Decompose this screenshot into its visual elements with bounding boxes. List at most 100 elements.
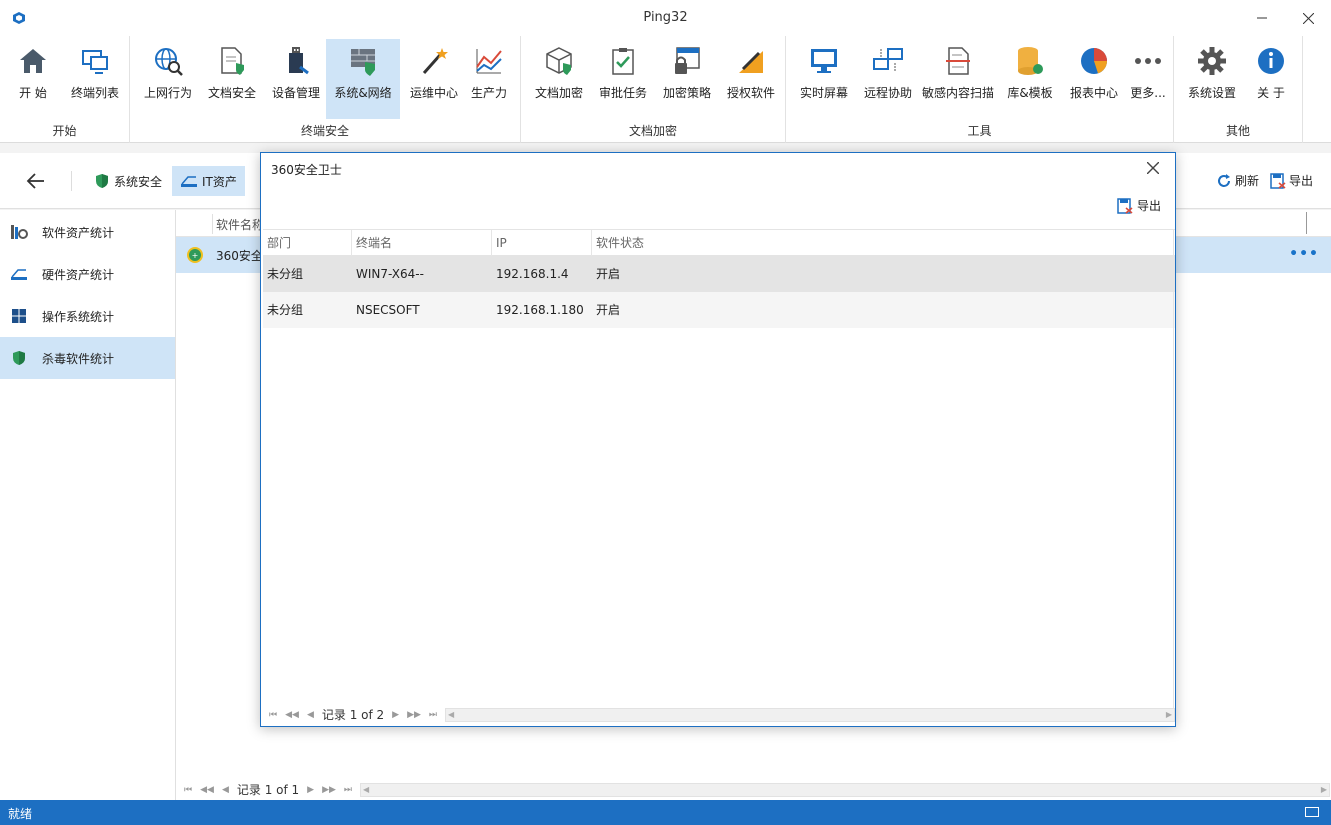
refresh-button[interactable]: 刷新	[1216, 172, 1259, 189]
tab-it-asset[interactable]: IT资产	[172, 166, 245, 196]
next-page-icon[interactable]: ▶	[307, 785, 314, 795]
sidebar-item-hardware-asset[interactable]: 硬件资产统计	[0, 253, 175, 295]
authorized-software-icon	[739, 51, 763, 73]
system-network-button[interactable]: 系统&网络	[326, 39, 400, 119]
tab-system-security[interactable]: 系统安全	[86, 166, 170, 196]
prev-group-icon[interactable]: ◀◀	[200, 785, 214, 795]
scroll-left-icon[interactable]: ◀	[448, 709, 454, 721]
sidebar-item-label: 软件资产统计	[42, 225, 115, 240]
first-page-icon[interactable]: ⏮	[184, 785, 192, 795]
ops-center-icon	[422, 48, 448, 74]
sidebar-item-antivirus-stats[interactable]: 杀毒软件统计	[0, 337, 175, 379]
next-group-icon[interactable]: ▶▶	[407, 710, 421, 720]
approval-task-button[interactable]: 审批任务	[593, 39, 653, 119]
cell-ip: 192.168.1.180	[496, 303, 584, 317]
status-text: 就绪	[8, 807, 33, 821]
approval-task-label: 审批任务	[598, 86, 647, 100]
keyboard-icon	[1305, 807, 1319, 817]
scroll-left-icon[interactable]: ◀	[363, 784, 369, 796]
dialog-grid: 部门 终端名 IP 软件状态 未分组 WIN7-X64-- 192.168.1.…	[263, 229, 1175, 710]
prev-group-icon[interactable]: ◀◀	[285, 710, 299, 720]
sensitive-scan-icon	[946, 47, 970, 75]
export-label: 导出	[1289, 174, 1314, 188]
next-group-icon[interactable]: ▶▶	[322, 785, 336, 795]
dialog-horizontal-scrollbar[interactable]: ◀ ▶	[445, 707, 1175, 722]
report-center-label: 报表中心	[1069, 86, 1118, 100]
dialog-close-button[interactable]	[1143, 159, 1163, 179]
cell-department: 未分组	[267, 267, 304, 281]
svg-text:+: +	[192, 251, 199, 260]
tab-system-security-label: 系统安全	[114, 174, 163, 189]
device-management-button[interactable]: 设备管理	[266, 39, 326, 119]
last-page-icon[interactable]: ⏭	[344, 785, 352, 795]
system-network-label: 系统&网络	[334, 86, 392, 100]
scroll-right-icon[interactable]: ▶	[1321, 784, 1327, 796]
doc-encryption-button[interactable]: 文档加密	[529, 39, 589, 119]
realtime-screen-label: 实时屏幕	[799, 86, 848, 100]
remote-assist-button[interactable]: 远程协助	[858, 39, 918, 119]
tab-it-asset-label: IT资产	[202, 174, 237, 189]
ops-center-button[interactable]: 运维中心	[404, 39, 464, 119]
column-department[interactable]: 部门	[263, 230, 351, 256]
dialog-export-label: 导出	[1136, 199, 1161, 213]
document-security-icon	[221, 47, 244, 75]
column-software-status[interactable]: 软件状态	[591, 230, 1173, 256]
table-row[interactable]: 未分组 WIN7-X64-- 192.168.1.4 开启	[263, 256, 1175, 292]
document-security-label: 文档安全	[207, 86, 256, 100]
document-security-button[interactable]: 文档安全	[202, 39, 262, 119]
column-terminal-name[interactable]: 终端名	[351, 230, 491, 256]
column-ip[interactable]: IP	[491, 230, 591, 256]
cell-ip: 192.168.1.4	[496, 267, 569, 281]
close-icon	[1302, 12, 1314, 24]
sidebar-item-software-asset[interactable]: 软件资产统计	[0, 211, 175, 253]
minimize-button[interactable]	[1239, 0, 1285, 36]
sidebar-item-os-stats[interactable]: 操作系统统计	[0, 295, 175, 337]
system-settings-button[interactable]: 系统设置	[1182, 39, 1242, 119]
system-settings-label: 系统设置	[1187, 86, 1236, 100]
sensitive-scan-button[interactable]: 敏感内容扫描	[920, 39, 996, 119]
export-icon	[1270, 172, 1286, 189]
export-button[interactable]: 导出	[1270, 172, 1313, 189]
ribbon-group-other: 系统设置 关 于 其他	[1174, 36, 1303, 143]
productivity-button[interactable]: 生产力	[464, 39, 514, 119]
next-page-icon[interactable]: ▶	[392, 710, 399, 720]
prev-page-icon[interactable]: ◀	[222, 785, 229, 795]
column-software-name[interactable]: 软件名称	[216, 216, 264, 233]
about-button[interactable]: 关 于	[1246, 39, 1296, 119]
dialog-grid-header: 部门 终端名 IP 软件状态	[263, 230, 1175, 256]
ribbon-group-label: 其他	[1225, 124, 1250, 138]
close-button[interactable]	[1285, 0, 1331, 36]
web-behavior-button[interactable]: 上网行为	[138, 39, 198, 119]
first-page-icon[interactable]: ⏮	[269, 710, 277, 720]
cell-terminal-name: WIN7-X64--	[356, 267, 424, 281]
nav-divider	[71, 171, 72, 191]
360-safe-icon: +	[187, 247, 203, 263]
horizontal-scrollbar[interactable]: ◀ ▶	[360, 782, 1331, 797]
doc-encryption-label: 文档加密	[534, 86, 583, 100]
row-more-button[interactable]: •••	[1289, 246, 1319, 262]
header-divider	[212, 214, 213, 234]
more-button[interactable]: 更多...	[1124, 39, 1172, 119]
doc-encryption-icon	[546, 47, 572, 75]
shield-icon	[96, 174, 108, 188]
report-center-button[interactable]: 报表中心	[1064, 39, 1124, 119]
last-page-icon[interactable]: ⏭	[429, 710, 437, 720]
approval-task-icon	[612, 48, 634, 75]
encryption-policy-button[interactable]: 加密策略	[657, 39, 717, 119]
about-label: 关 于	[1257, 86, 1285, 100]
library-template-button[interactable]: 库&模板	[1000, 39, 1060, 119]
gear-icon	[1198, 47, 1226, 75]
scroll-right-icon[interactable]: ▶	[1166, 709, 1172, 721]
home-button[interactable]: 开 始	[8, 39, 58, 119]
terminal-list-button[interactable]: 终端列表	[66, 39, 124, 119]
table-row[interactable]: 未分组 NSECSOFT 192.168.1.180 开启	[263, 292, 1175, 328]
prev-page-icon[interactable]: ◀	[307, 710, 314, 720]
sensitive-scan-label: 敏感内容扫描	[921, 86, 994, 100]
it-asset-icon	[181, 176, 197, 187]
dialog-export-button[interactable]: 导出	[1117, 197, 1161, 214]
back-arrow-icon[interactable]	[24, 169, 48, 193]
sidebar-item-label: 硬件资产统计	[42, 267, 115, 282]
realtime-screen-button[interactable]: 实时屏幕	[794, 39, 854, 119]
remote-assist-label: 远程协助	[863, 86, 912, 100]
authorized-software-button[interactable]: 授权软件	[721, 39, 781, 119]
